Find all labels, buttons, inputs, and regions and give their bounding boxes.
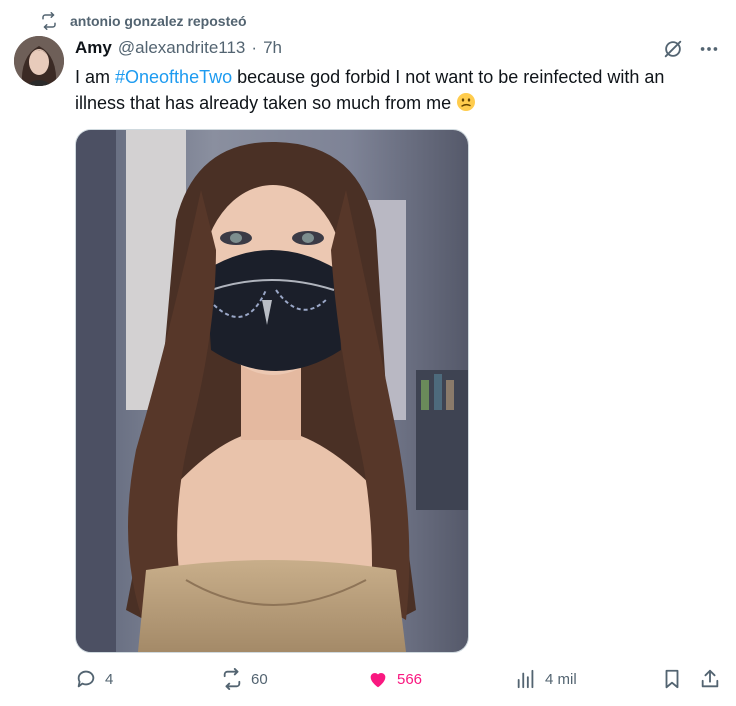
repost-text[interactable]: antonio gonzalez reposteó: [70, 13, 247, 29]
tweet-photo[interactable]: [75, 129, 469, 653]
reply-button[interactable]: 4: [75, 668, 113, 690]
repost-indicator: antonio gonzalez reposteó: [40, 10, 247, 32]
like-button[interactable]: 566: [367, 668, 422, 690]
more-options-icon[interactable]: [698, 38, 720, 60]
tweet-actions: 4 60 566 4 mil: [75, 668, 725, 696]
views-icon: [517, 669, 534, 689]
views-button[interactable]: 4 mil: [515, 668, 577, 690]
separator-dot: ·: [251, 38, 258, 57]
repost-button[interactable]: 60: [221, 668, 268, 690]
repost-icon: [223, 668, 241, 690]
share-icon: [701, 669, 719, 688]
author-name[interactable]: Amy: [75, 38, 112, 58]
tweet-time[interactable]: 7h: [263, 38, 282, 58]
repost-count: 60: [251, 670, 268, 688]
tweet-header: Amy @alexandrite113 · 7h: [75, 38, 282, 58]
share-button[interactable]: [699, 668, 721, 690]
tweet-text-before: I am: [75, 67, 116, 87]
bookmark-icon: [665, 669, 679, 689]
avatar[interactable]: [14, 36, 64, 86]
repost-icon: [42, 12, 56, 30]
confused-face-emoji-icon: [457, 93, 476, 111]
like-count: 566: [397, 670, 423, 688]
heart-icon: [370, 673, 386, 688]
author-handle[interactable]: @alexandrite113: [118, 38, 246, 58]
tweet-text: I am #OneoftheTwo because god forbid I n…: [75, 64, 715, 116]
reply-icon: [77, 670, 95, 688]
grok-icon[interactable]: [662, 38, 684, 60]
bookmark-button[interactable]: [661, 668, 683, 690]
top-actions: [662, 38, 720, 60]
views-count: 4 mil: [545, 670, 577, 688]
reply-count: 4: [105, 670, 114, 688]
hashtag-link[interactable]: #OneoftheTwo: [115, 67, 232, 87]
